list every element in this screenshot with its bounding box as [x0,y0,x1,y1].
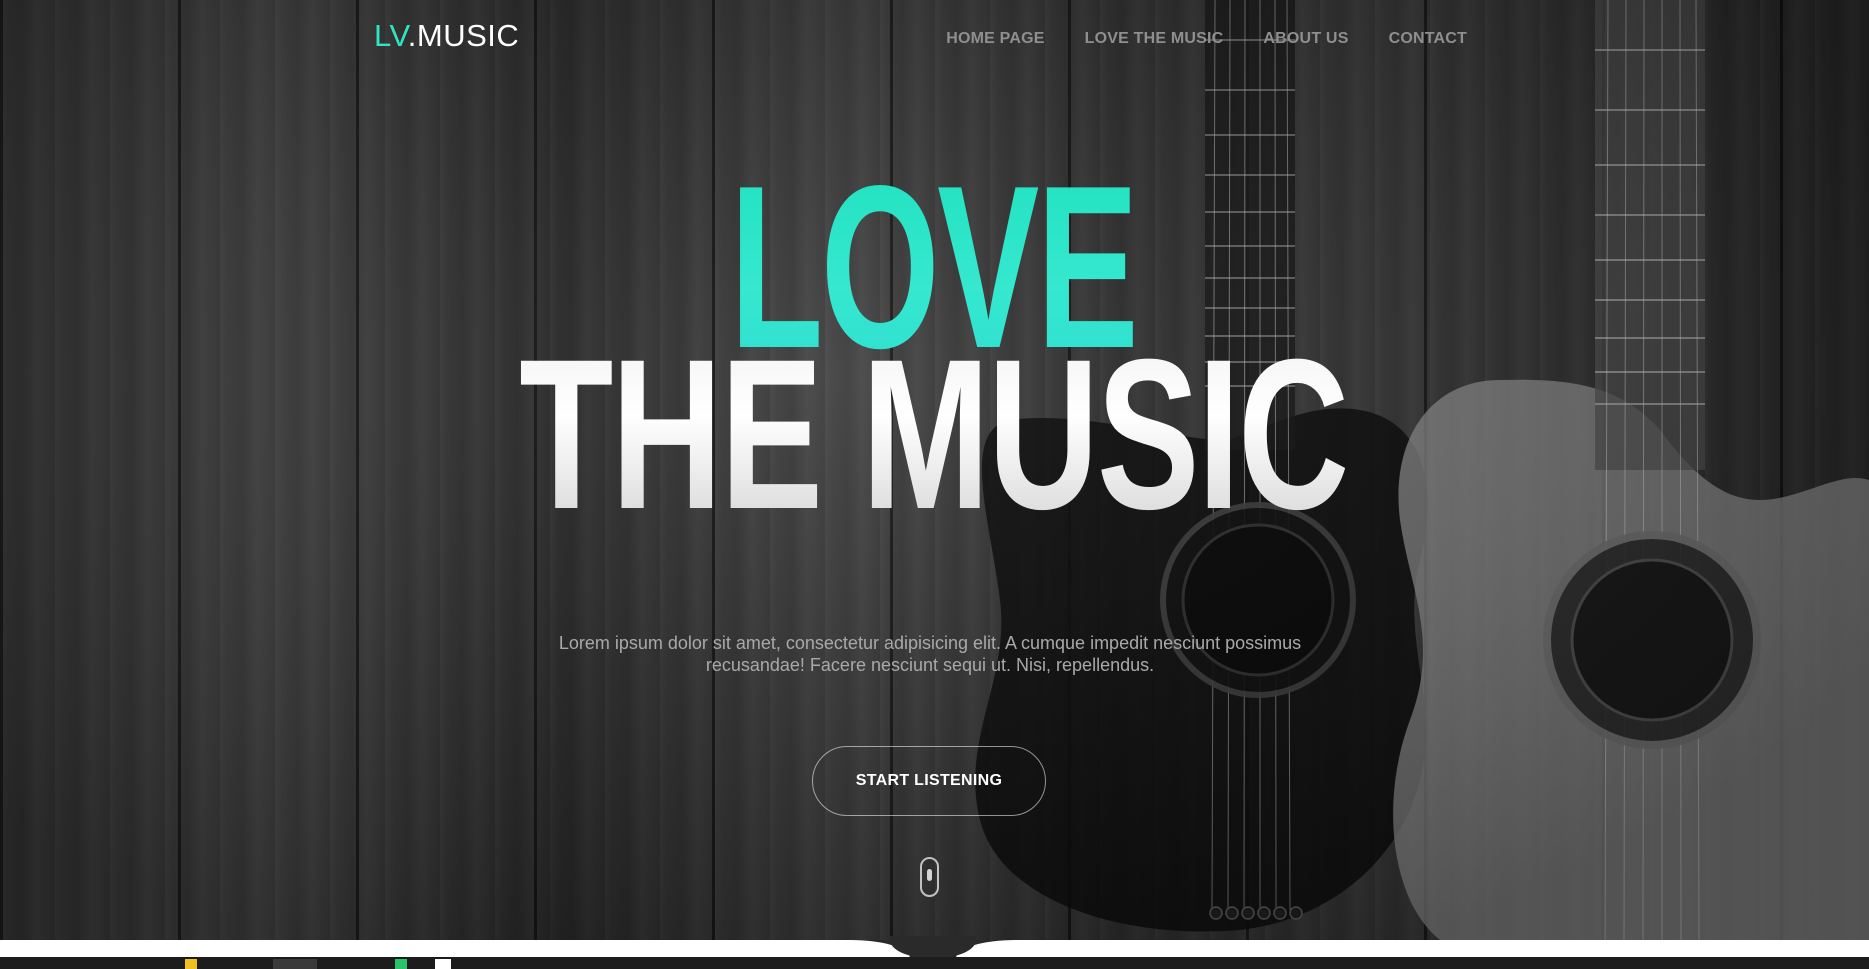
headline-the-music: THE MUSIC [260,328,1606,542]
logo-text: .MUSIC [407,18,520,53]
nav-home-page[interactable]: HOME PAGE [946,30,1044,48]
landing-page: LV.MUSIC HOME PAGE LOVE THE MUSIC ABOUT … [0,0,1869,969]
nav-contact[interactable]: CONTACT [1389,30,1467,48]
tagline-line-1: Lorem ipsum dolor sit amet, consectetur … [558,633,1302,653]
main-nav: HOME PAGE LOVE THE MUSIC ABOUT US CONTAC… [946,30,1467,48]
site-logo[interactable]: LV.MUSIC [374,18,519,54]
scroll-wheel [927,869,932,881]
taskbar-app-icon[interactable] [395,959,407,969]
os-taskbar [0,957,1869,969]
start-listening-button[interactable]: START LISTENING [812,746,1046,816]
taskbar-app-icon[interactable] [435,959,451,969]
hero-tagline: Lorem ipsum dolor sit amet, consectetur … [520,632,1340,676]
tagline-line-2: recusandae! Facere nesciunt sequi ut. Ni… [705,655,1155,675]
taskbar-active-app[interactable] [273,959,317,969]
logo-accent: LV [374,18,408,53]
nav-love-the-music[interactable]: LOVE THE MUSIC [1085,30,1224,48]
taskbar-app-icon[interactable] [185,959,197,969]
mouse-scroll-icon[interactable] [920,857,939,897]
nav-about-us[interactable]: ABOUT US [1263,30,1348,48]
